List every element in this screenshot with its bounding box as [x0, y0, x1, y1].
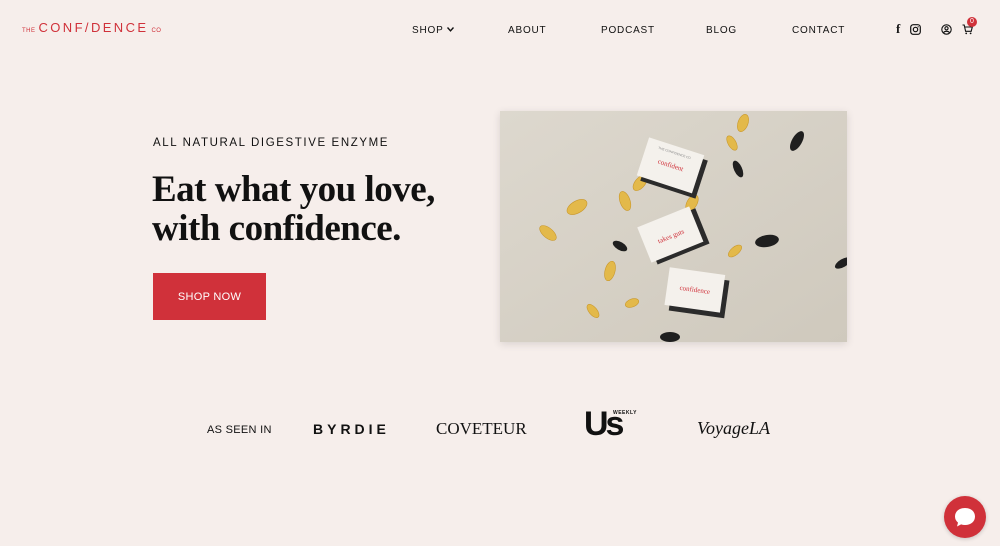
chevron-down-icon: [446, 25, 454, 34]
chat-bubble-icon: [955, 508, 975, 527]
nav-item-label: SHOP: [412, 25, 444, 36]
nav-item-contact[interactable]: CONTACT: [792, 25, 845, 36]
product-photo: THE CONFIDENCE CO confident takes guts c…: [500, 111, 847, 342]
product-box-3: confidence: [664, 267, 730, 319]
as-seen-in-label: AS SEEN IN: [207, 424, 272, 436]
user-icon[interactable]: [941, 22, 952, 40]
facebook-icon[interactable]: f: [896, 21, 900, 37]
headline-line-2: with confidence.: [152, 208, 401, 249]
nav-item-podcast[interactable]: PODCAST: [601, 25, 655, 36]
hero-headline: Eat what you love, with confidence.: [152, 170, 472, 248]
headline-line-1: Eat what you love,: [152, 169, 435, 210]
chat-launcher-button[interactable]: [944, 496, 986, 538]
instagram-icon[interactable]: [910, 22, 921, 40]
cart-count-badge: 0: [967, 17, 977, 27]
main-nav: SHOP ABOUT PODCAST BLOG CONTACT: [0, 25, 1000, 39]
nav-item-shop[interactable]: SHOP: [412, 25, 454, 36]
press-logo-voyagela: VoyageLA: [697, 418, 770, 438]
us-weekly-tag: WEEKLY: [613, 410, 637, 416]
nav-item-about[interactable]: ABOUT: [508, 25, 546, 36]
hero-eyebrow: ALL NATURAL DIGESTIVE ENZYME: [153, 137, 390, 149]
press-logo-byrdie: BYRDIE: [313, 421, 390, 437]
site-header: THE CONF/DENCE CO SHOP ABOUT PODCAST BLO…: [0, 0, 1000, 60]
press-logo-coveteur: COVETEUR: [436, 419, 527, 438]
nav-item-blog[interactable]: BLOG: [706, 25, 737, 36]
shop-now-button[interactable]: SHOP NOW: [153, 273, 266, 320]
hero-product-image: THE CONFIDENCE CO confident takes guts c…: [500, 111, 847, 342]
